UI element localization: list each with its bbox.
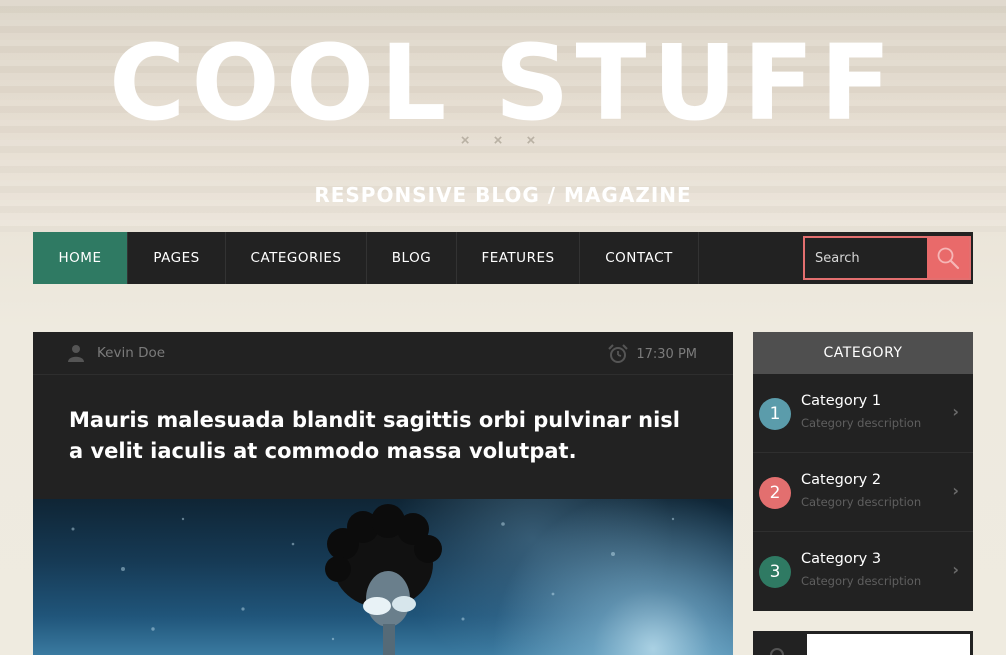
- post-image-figure: [71, 504, 675, 655]
- category-number-badge: 1: [759, 398, 791, 430]
- category-widget-title: CATEGORY: [753, 332, 973, 374]
- nav-item-categories[interactable]: CATEGORIES: [226, 232, 367, 284]
- title-ornament: × × ×: [460, 132, 546, 149]
- category-item[interactable]: 2 Category 2 Category description ›: [753, 453, 973, 532]
- chevron-right-icon: ›: [952, 481, 959, 500]
- category-name: Category 2: [801, 472, 882, 488]
- category-number-badge: 2: [759, 477, 791, 509]
- nav-item-contact[interactable]: CONTACT: [580, 232, 699, 284]
- chevron-right-icon: ›: [952, 402, 959, 421]
- post-image[interactable]: [33, 499, 733, 655]
- category-name: Category 3: [801, 551, 882, 567]
- nav-item-pages[interactable]: PAGES: [128, 232, 226, 284]
- nav-item-blog[interactable]: BLOG: [367, 232, 457, 284]
- category-description: Category description: [801, 574, 922, 588]
- category-widget: CATEGORY 1 Category 1 Category descripti…: [753, 332, 973, 611]
- category-item[interactable]: 3 Category 3 Category description ›: [753, 532, 973, 611]
- widget-icon: [770, 648, 784, 655]
- time-value: 17:30 PM: [636, 346, 697, 362]
- featured-post: Kevin Doe 17:30 PM Mauris malesuada blan…: [33, 332, 733, 655]
- post-title[interactable]: Mauris malesuada blandit sagittis orbi p…: [33, 375, 733, 499]
- search-icon: [937, 247, 960, 270]
- sidebar-widget-2: [753, 631, 973, 655]
- post-time: 17:30 PM: [608, 344, 697, 364]
- search-box: [803, 236, 971, 280]
- main-nav: HOME PAGES CATEGORIES BLOG FEATURES CONT…: [33, 232, 973, 284]
- site-header: COOL STUFF × × × RESPONSIVE BLOG / MAGAZ…: [0, 0, 1006, 232]
- search-button[interactable]: [927, 238, 969, 278]
- widget-input-field[interactable]: [807, 634, 970, 655]
- author-name: Kevin Doe: [97, 345, 166, 361]
- category-item[interactable]: 1 Category 1 Category description ›: [753, 374, 973, 453]
- site-tagline: RESPONSIVE BLOG / MAGAZINE: [314, 183, 692, 207]
- chevron-right-icon: ›: [952, 560, 959, 579]
- search-input[interactable]: [805, 238, 927, 278]
- category-description: Category description: [801, 495, 922, 509]
- site-title[interactable]: COOL STUFF: [0, 28, 1006, 138]
- user-icon: [68, 345, 84, 362]
- category-number-badge: 3: [759, 556, 791, 588]
- post-meta: Kevin Doe 17:30 PM: [33, 332, 733, 375]
- post-author[interactable]: Kevin Doe: [67, 344, 165, 362]
- alarm-clock-icon: [608, 344, 629, 363]
- category-name: Category 1: [801, 393, 882, 409]
- nav-item-features[interactable]: FEATURES: [457, 232, 580, 284]
- nav-item-home[interactable]: HOME: [33, 232, 128, 284]
- category-description: Category description: [801, 416, 922, 430]
